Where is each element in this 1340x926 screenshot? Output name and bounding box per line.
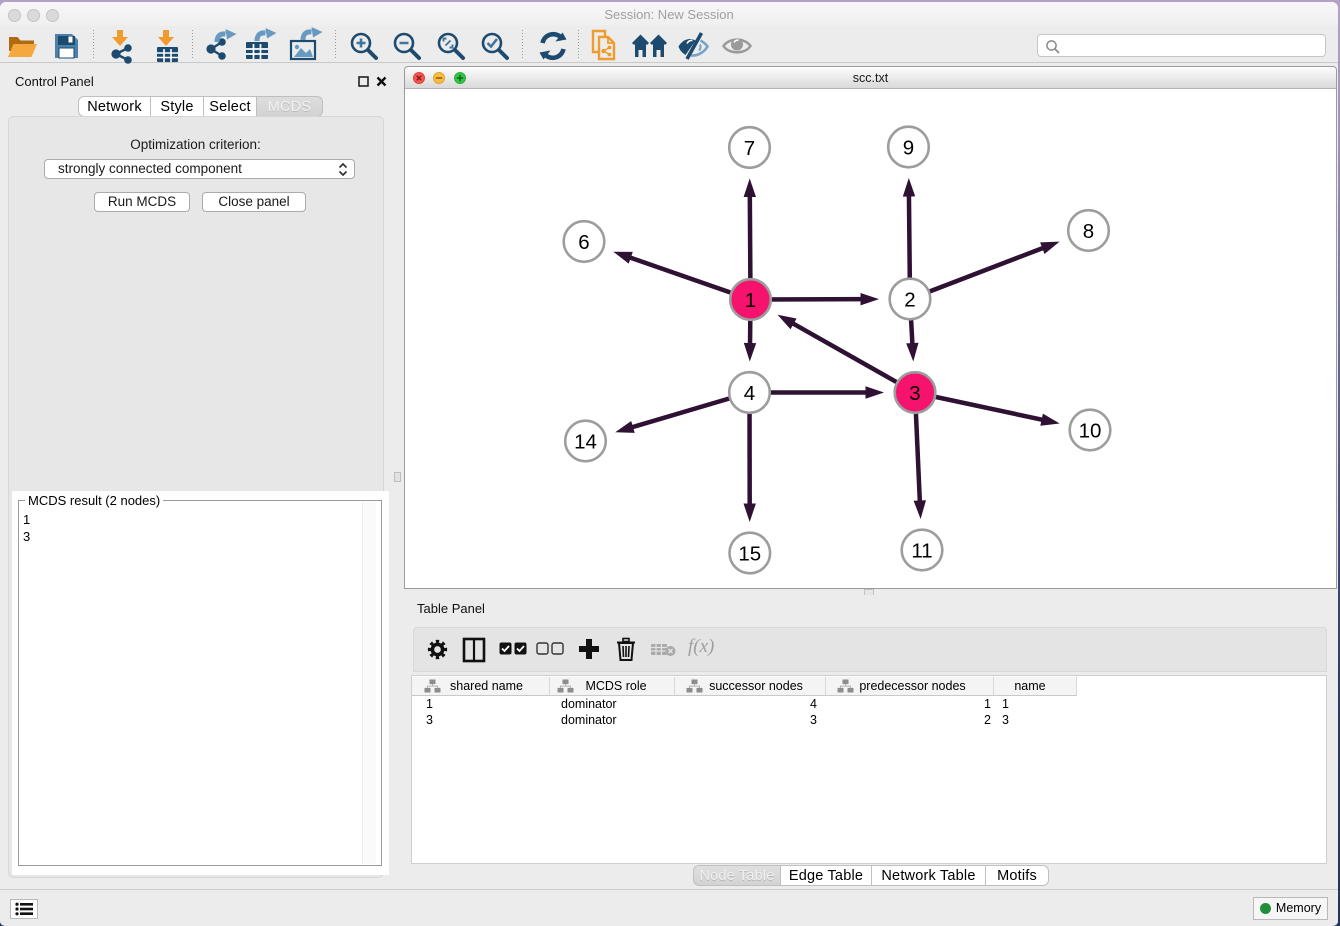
svg-text:6: 6: [578, 231, 589, 254]
svg-text:7: 7: [744, 137, 755, 160]
svg-text:3: 3: [909, 382, 920, 405]
svg-text:2: 2: [904, 288, 915, 311]
svg-text:9: 9: [903, 136, 914, 159]
svg-text:4: 4: [744, 382, 755, 405]
svg-text:1: 1: [745, 289, 756, 312]
svg-text:15: 15: [738, 542, 761, 565]
svg-text:10: 10: [1079, 419, 1102, 442]
svg-text:8: 8: [1083, 220, 1094, 243]
svg-text:14: 14: [574, 430, 597, 453]
svg-text:11: 11: [911, 539, 932, 562]
